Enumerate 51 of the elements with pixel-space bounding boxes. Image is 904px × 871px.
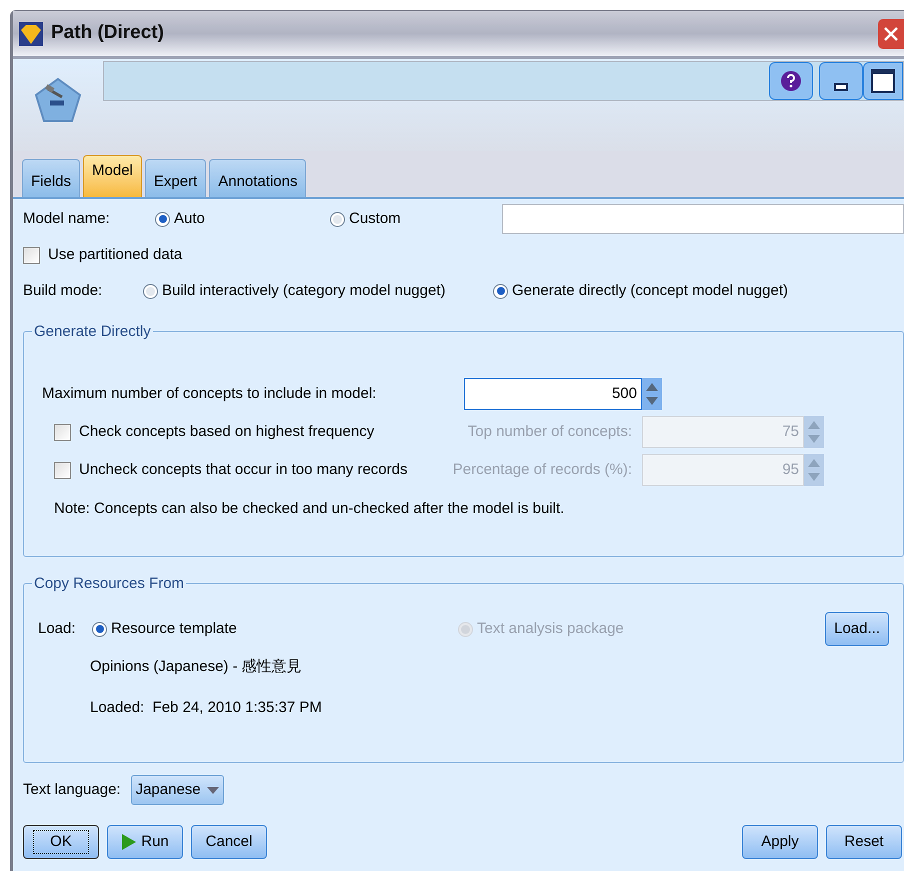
tab[interactable]: Annotations [209, 159, 306, 197]
option-label: Text analysis package [477, 618, 624, 639]
template-name: Opinions (Japanese) - 感性意見 [89, 657, 303, 677]
checkbox-label: Uncheck concepts that occur in too many records [79, 460, 408, 480]
tab[interactable]: Fields [22, 159, 80, 197]
field-label: Text language: [23, 780, 121, 800]
run-button[interactable]: Run [107, 825, 183, 859]
language-dropdown[interactable]: Japanese [130, 775, 224, 805]
maximize-button[interactable] [863, 62, 903, 100]
load-button[interactable]: Load... [825, 612, 889, 646]
checkbox-label: Use partitioned data [48, 244, 182, 265]
diamond-icon [19, 22, 43, 46]
help-icon [781, 71, 801, 91]
field-label: Percentage of records (%): [452, 460, 633, 480]
field-label: Model name: [23, 208, 111, 229]
radio-button[interactable] [330, 212, 345, 226]
option-label: Custom [349, 208, 401, 229]
loaded-date: Loaded: Feb 24, 2010 1:35:37 PM [89, 698, 323, 718]
spinner-arrows-icon[interactable] [642, 378, 662, 410]
window-title: Path (Direct) [51, 21, 164, 46]
checkbox[interactable] [23, 246, 40, 264]
minimize-icon [834, 83, 848, 91]
option-label: Build interactively (category model nugget) [162, 280, 446, 301]
number-field[interactable]: 500 [464, 378, 642, 410]
close-icon [884, 26, 898, 40]
tab[interactable]: Model [83, 155, 142, 197]
maximize-icon [871, 69, 895, 93]
option-label: Generate directly (concept model nugget) [512, 280, 788, 301]
close-button[interactable] [878, 18, 904, 48]
field-label: Maximum number of concepts to include in model: [42, 384, 378, 404]
help-button[interactable] [769, 62, 813, 100]
play-icon [121, 833, 138, 851]
radio-button[interactable] [143, 284, 158, 298]
option-label: Auto [174, 208, 205, 229]
radio-button[interactable] [155, 212, 170, 226]
radio-button[interactable] [92, 622, 107, 636]
field-label: Top number of concepts: [466, 422, 633, 442]
radio-button[interactable] [493, 284, 508, 298]
tab[interactable]: Expert [144, 159, 206, 197]
note-text: Note: Concepts can also be checked and un-checked after the model is built. [53, 499, 566, 519]
minimize-button[interactable] [819, 62, 863, 100]
option-label: Resource template [111, 618, 237, 639]
field-label: Load: [38, 618, 77, 639]
model-name-field[interactable] [502, 204, 904, 234]
caret-icon [206, 786, 219, 794]
field-label: Build mode: [23, 280, 104, 301]
dialog-button[interactable]: Reset [826, 825, 902, 859]
checkbox-label: Check concepts based on highest frequency [79, 422, 374, 442]
ok-button[interactable]: OK [23, 825, 99, 859]
dialog-button[interactable]: Cancel [191, 825, 267, 859]
dialog-button[interactable]: Apply [742, 825, 818, 859]
